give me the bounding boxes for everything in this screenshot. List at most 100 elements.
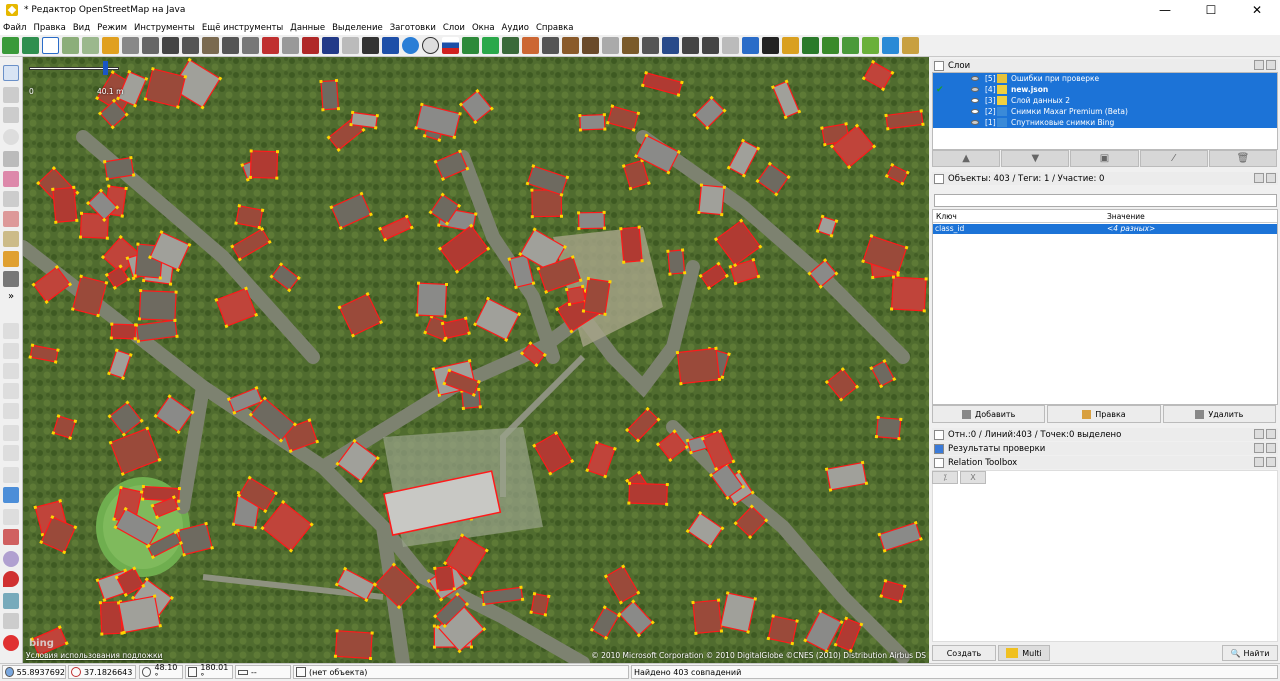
draw-tool-icon[interactable] bbox=[3, 107, 19, 123]
shop-bag-icon[interactable] bbox=[782, 37, 799, 54]
meadow-icon[interactable] bbox=[862, 37, 879, 54]
parallel-tool-icon[interactable] bbox=[3, 191, 19, 207]
map-view[interactable]: 0 40.1 m bing Условия использования подл… bbox=[23, 57, 929, 663]
maximize-button[interactable]: ☐ bbox=[1188, 0, 1234, 20]
menu-windows[interactable]: Окна bbox=[472, 23, 495, 33]
column-key[interactable]: Ключ bbox=[936, 212, 957, 221]
duplicate-layer-button[interactable]: ▣ bbox=[1070, 150, 1139, 167]
move-up-button[interactable]: ▲ bbox=[932, 150, 1001, 167]
relation-settings-button[interactable]: ⁒ bbox=[932, 471, 958, 484]
menu-help[interactable]: Справка bbox=[536, 23, 573, 33]
building-outline[interactable] bbox=[137, 289, 178, 323]
location-pin-icon[interactable] bbox=[3, 571, 19, 587]
panel-close-icon[interactable] bbox=[1266, 429, 1276, 439]
roof-red-icon[interactable] bbox=[262, 37, 279, 54]
imagery-offset-icon[interactable] bbox=[82, 37, 99, 54]
imagery-icon[interactable] bbox=[62, 37, 79, 54]
panel-detach-icon[interactable] bbox=[1254, 443, 1264, 453]
building-outline[interactable] bbox=[578, 113, 607, 132]
gift-icon[interactable] bbox=[3, 529, 19, 545]
bing-icon[interactable] bbox=[42, 37, 59, 54]
panel-detach-icon[interactable] bbox=[1254, 60, 1264, 70]
gate-icon[interactable] bbox=[222, 37, 239, 54]
zoom-tool-icon[interactable] bbox=[3, 129, 19, 145]
building-outline[interactable] bbox=[666, 248, 687, 276]
measure-tool-icon[interactable] bbox=[3, 613, 19, 629]
panel-close-icon[interactable] bbox=[1266, 60, 1276, 70]
building-outline[interactable] bbox=[675, 346, 722, 386]
info-icon[interactable] bbox=[382, 37, 399, 54]
delete-tool-icon[interactable] bbox=[3, 151, 19, 167]
menu-selection[interactable]: Выделение bbox=[332, 23, 383, 33]
clock-icon[interactable] bbox=[422, 37, 439, 54]
plus-green-icon[interactable] bbox=[482, 37, 499, 54]
shirt-icon[interactable] bbox=[662, 37, 679, 54]
properties-panel-header[interactable]: Объекты: 403 / Теги: 1 / Участие: 0 bbox=[932, 172, 1278, 185]
building-outline[interactable] bbox=[874, 415, 903, 441]
delete-tag-button[interactable]: Удалить bbox=[1162, 405, 1276, 423]
panel-close-icon[interactable] bbox=[1266, 443, 1276, 453]
map-paint-icon[interactable] bbox=[3, 593, 19, 609]
relation-toolbox-header[interactable]: Relation Toolbox bbox=[932, 456, 1278, 469]
merge-layer-button[interactable]: ⁄ bbox=[1139, 150, 1208, 167]
factory-icon[interactable] bbox=[582, 37, 599, 54]
minimize-button[interactable]: — bbox=[1142, 0, 1188, 20]
building-outline[interactable] bbox=[889, 275, 928, 313]
paperclip-icon[interactable] bbox=[722, 37, 739, 54]
zoom-slider-handle[interactable] bbox=[103, 61, 108, 75]
menu-layers[interactable]: Слои bbox=[443, 23, 465, 33]
relations-toggle-icon[interactable] bbox=[3, 363, 19, 379]
layers-panel-header[interactable]: Слои bbox=[932, 59, 1278, 72]
upload-icon[interactable] bbox=[22, 37, 39, 54]
car-icon[interactable] bbox=[362, 37, 379, 54]
building-red-icon[interactable] bbox=[302, 37, 319, 54]
menu-view[interactable]: Вид bbox=[73, 23, 90, 33]
forest-icon[interactable] bbox=[822, 37, 839, 54]
panel-detach-icon[interactable] bbox=[1254, 457, 1264, 467]
phone-icon[interactable] bbox=[542, 37, 559, 54]
restaurant-icon[interactable] bbox=[622, 37, 639, 54]
panel-close-icon[interactable] bbox=[1266, 173, 1276, 183]
user-toggle-icon[interactable] bbox=[3, 403, 19, 419]
more-tools-icon[interactable]: » bbox=[3, 291, 19, 307]
building-tool-icon[interactable] bbox=[3, 271, 19, 287]
move-down-button[interactable]: ▼ bbox=[1001, 150, 1070, 167]
menu-data[interactable]: Данные bbox=[290, 23, 325, 33]
create-button[interactable]: Создать bbox=[932, 645, 996, 661]
edit-tag-button[interactable]: Правка bbox=[1047, 405, 1161, 423]
bottle-icon[interactable] bbox=[642, 37, 659, 54]
visibility-eye-icon[interactable] bbox=[971, 87, 979, 92]
menu-mode[interactable]: Режим bbox=[97, 23, 127, 33]
history-toggle-icon[interactable] bbox=[3, 467, 19, 483]
validation-panel-header[interactable]: Результаты проверки bbox=[932, 442, 1278, 455]
building-outline[interactable] bbox=[248, 149, 280, 180]
traffic-light-icon[interactable] bbox=[102, 37, 119, 54]
close-button[interactable]: ✕ bbox=[1234, 0, 1280, 20]
building-outline[interactable] bbox=[577, 210, 606, 231]
building-outline[interactable] bbox=[319, 78, 341, 112]
panel-toggle-icon[interactable] bbox=[3, 323, 19, 339]
grass-icon[interactable] bbox=[842, 37, 859, 54]
device-icon[interactable] bbox=[682, 37, 699, 54]
add-tag-button[interactable]: Добавить bbox=[932, 405, 1046, 423]
building-outline[interactable] bbox=[619, 225, 644, 264]
expand-icon[interactable] bbox=[934, 457, 944, 468]
menu-file[interactable]: Файл bbox=[3, 23, 26, 33]
selection-toggle-icon[interactable] bbox=[3, 383, 19, 399]
fence-icon[interactable] bbox=[202, 37, 219, 54]
panel-detach-icon[interactable] bbox=[1254, 173, 1264, 183]
railway-icon[interactable] bbox=[162, 37, 179, 54]
no-entry-icon[interactable] bbox=[3, 635, 19, 651]
ambulance-icon[interactable] bbox=[462, 37, 479, 54]
relations-panel-header[interactable]: Отн.:0 / Линий:403 / Точек:0 выделено bbox=[932, 428, 1278, 441]
person-icon[interactable] bbox=[762, 37, 779, 54]
visibility-eye-icon[interactable] bbox=[971, 109, 979, 114]
building-outline[interactable] bbox=[109, 322, 138, 341]
checker-icon[interactable] bbox=[282, 37, 299, 54]
wall-brick-icon[interactable] bbox=[242, 37, 259, 54]
menu-tools[interactable]: Инструменты bbox=[134, 23, 195, 33]
visibility-eye-icon[interactable] bbox=[971, 76, 979, 81]
layer-row[interactable]: [2] Снимки Maxar Premium (Beta) bbox=[933, 106, 1277, 117]
crosswalk-icon[interactable] bbox=[322, 37, 339, 54]
conflict-toggle-icon[interactable] bbox=[3, 425, 19, 441]
